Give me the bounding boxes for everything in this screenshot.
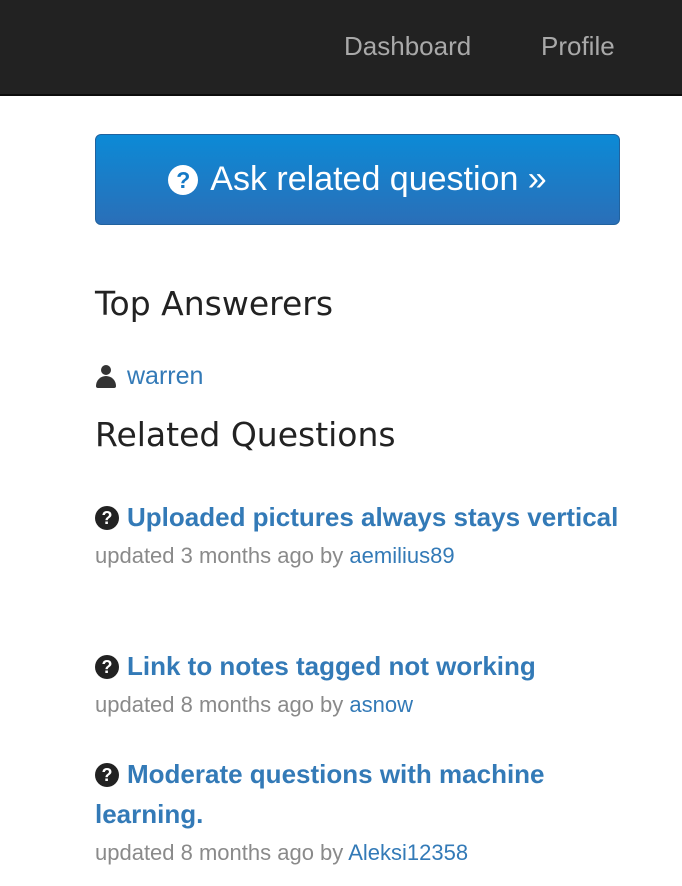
question-circle-icon: ?: [95, 655, 119, 679]
answerer-item: warren: [95, 362, 203, 391]
related-question-item: ? Uploaded pictures always stays vertical…: [95, 497, 620, 571]
top-answerers-heading: Top Answerers: [95, 284, 334, 323]
user-icon: [95, 364, 117, 389]
question-title-link[interactable]: Link to notes tagged not working: [127, 651, 536, 681]
question-circle-icon: ?: [168, 164, 199, 195]
question-author-link[interactable]: aemilius89: [349, 543, 454, 568]
question-title-link[interactable]: Moderate questions with machine learning…: [95, 759, 545, 829]
ask-button-label: Ask related question »: [210, 160, 547, 198]
question-updated-text: updated 8 months ago by: [95, 840, 344, 865]
related-questions-heading: Related Questions: [95, 415, 396, 454]
ask-related-question-button[interactable]: ? Ask related question »: [95, 134, 620, 225]
related-question-item: ? Link to notes tagged not working update…: [95, 646, 620, 720]
question-title-link[interactable]: Uploaded pictures always stays vertical: [127, 502, 618, 532]
nav-dashboard-link[interactable]: Dashboard: [344, 30, 471, 62]
nav-profile-link[interactable]: Profile: [541, 30, 615, 62]
question-updated-text: updated 8 months ago by: [95, 692, 344, 717]
question-circle-icon: ?: [95, 763, 119, 787]
question-author-link[interactable]: Aleksi12358: [348, 840, 468, 865]
sidebar-content: ? Ask related question » Top Answerers w…: [95, 134, 620, 865]
top-navbar: Dashboard Profile: [0, 0, 682, 96]
related-question-item: ? Moderate questions with machine learnin…: [95, 754, 620, 868]
question-author-link[interactable]: asnow: [349, 692, 413, 717]
question-circle-icon: ?: [95, 506, 119, 530]
question-updated-text: updated 3 months ago by: [95, 543, 344, 568]
answerer-link[interactable]: warren: [127, 362, 203, 391]
